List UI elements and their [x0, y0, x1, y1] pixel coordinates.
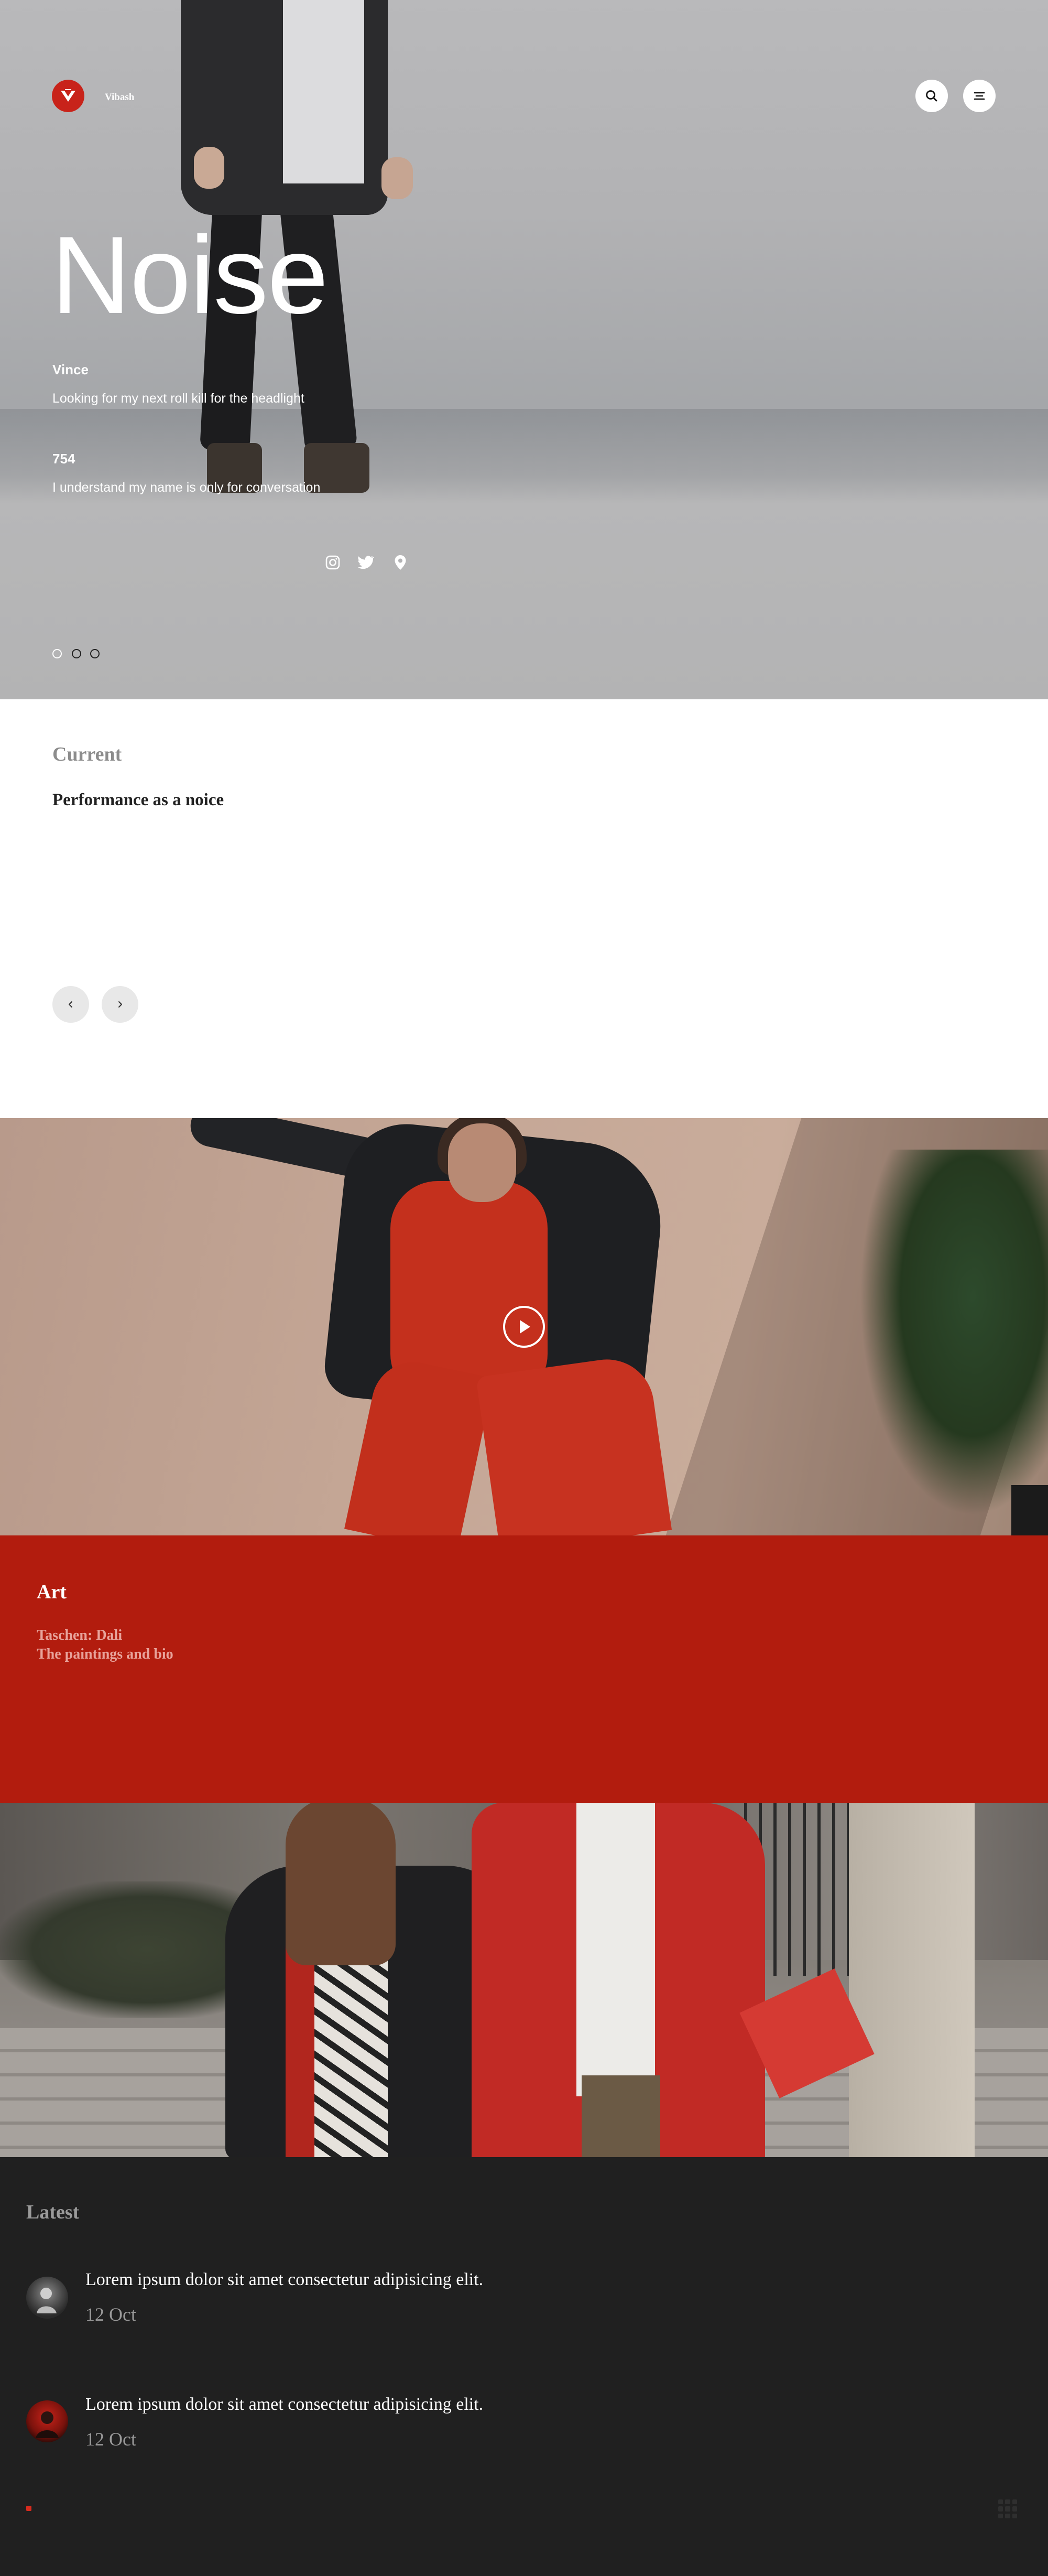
chevron-right-icon — [118, 1001, 122, 1008]
photo-graduate-pants — [582, 2075, 660, 2157]
hero-figure-shirt — [283, 0, 364, 183]
slider-dot[interactable] — [90, 649, 100, 658]
slider-dot-active[interactable] — [52, 649, 62, 658]
instagram-link[interactable] — [323, 553, 342, 572]
logo-icon — [61, 89, 75, 102]
twitter-link[interactable] — [356, 553, 375, 572]
latest-section — [0, 2157, 1048, 2576]
hero-subtitle-secondary: I understand my name is only for convers… — [52, 480, 321, 495]
current-section-label: Current — [52, 743, 122, 765]
post-date: 12 Oct — [85, 2304, 136, 2325]
hero-figure-hand — [381, 157, 413, 199]
search-icon — [926, 90, 937, 102]
hero-title: Noise — [51, 213, 329, 337]
logo-button[interactable] — [52, 80, 84, 112]
hero-author-name: Vince — [52, 362, 89, 377]
latest-section-label: Latest — [26, 2201, 80, 2223]
video-plant — [859, 1150, 1048, 1517]
slider-dot[interactable] — [72, 649, 81, 658]
play-icon — [520, 1320, 530, 1334]
menu-button[interactable] — [963, 80, 996, 112]
avatar-portrait-icon — [36, 2411, 59, 2438]
post-title-link[interactable]: Lorem ipsum dolor sit amet consectetur a… — [85, 2270, 483, 2290]
hero-count: 754 — [52, 451, 75, 467]
post-title-link[interactable]: Lorem ipsum dolor sit amet consectetur a… — [85, 2395, 483, 2415]
video-dancer-leg — [475, 1353, 672, 1535]
location-link[interactable] — [391, 553, 410, 572]
current-item-title[interactable]: Performance as a noice — [52, 791, 224, 810]
video-plant-pot — [1011, 1485, 1048, 1535]
twitter-icon — [357, 556, 374, 569]
hero-section — [0, 0, 1048, 699]
location-pin-icon — [395, 555, 406, 570]
prev-button[interactable] — [52, 986, 89, 1023]
hero-figure-hand — [194, 147, 224, 189]
photo-pillar — [849, 1803, 975, 2157]
art-book-subtitle[interactable]: The paintings and bio — [37, 1646, 173, 1663]
video-dancer-head — [448, 1123, 516, 1202]
art-book-title[interactable]: Taschen: Dali — [37, 1627, 122, 1644]
post-date: 12 Oct — [85, 2429, 136, 2450]
footer-accent-dot — [26, 2506, 31, 2511]
chevron-left-icon — [69, 1001, 72, 1008]
search-button[interactable] — [915, 80, 948, 112]
art-section — [0, 1535, 1048, 1803]
photo-section — [0, 1803, 1048, 2157]
photo-person-hair — [286, 1803, 396, 1965]
menu-icon — [974, 92, 985, 100]
next-button[interactable] — [102, 986, 138, 1023]
avatar[interactable] — [26, 2400, 68, 2442]
play-button[interactable] — [503, 1306, 545, 1348]
art-section-label: Art — [37, 1581, 67, 1603]
hero-subtitle: Looking for my next roll kill for the he… — [52, 391, 304, 406]
grid-icon[interactable] — [998, 2499, 1017, 2518]
avatar[interactable] — [26, 2277, 68, 2319]
instagram-icon — [325, 555, 340, 570]
logo-text: Vibash — [105, 92, 135, 103]
photo-graduate-shirt — [576, 1803, 655, 2096]
avatar-portrait-icon — [37, 2288, 57, 2313]
